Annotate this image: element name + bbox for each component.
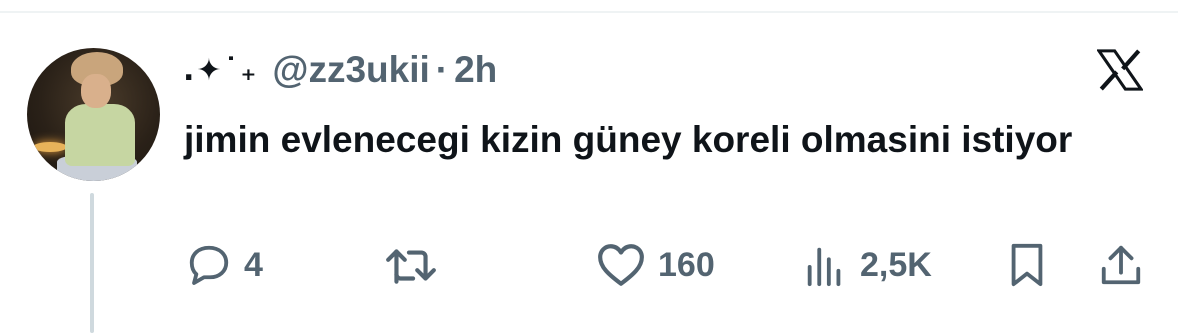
- separator-dot: ·: [435, 49, 449, 90]
- reply-icon: [186, 242, 232, 288]
- tweet-header: .✦˙₊ @zz3ukii · 2h: [183, 48, 497, 92]
- views-button[interactable]: 2,5K: [802, 238, 932, 292]
- tweet-text: jimin evlenecegi kizin güney koreli olma…: [184, 119, 1073, 160]
- user-handle[interactable]: @zz3ukii: [272, 49, 429, 91]
- views-icon: [802, 242, 848, 288]
- bookmark-button[interactable]: [1005, 238, 1049, 292]
- avatar[interactable]: [27, 48, 160, 181]
- like-icon: [596, 242, 646, 288]
- like-button[interactable]: 160: [596, 238, 715, 292]
- timestamp[interactable]: 2h: [454, 49, 497, 91]
- retweet-icon: [384, 242, 438, 288]
- views-count: 2,5K: [860, 245, 932, 284]
- reply-count: 4: [244, 245, 263, 284]
- reply-button[interactable]: 4: [186, 238, 263, 292]
- retweet-button[interactable]: [384, 238, 450, 292]
- action-bar: 4 160 2,5K: [0, 238, 1178, 292]
- x-logo-icon[interactable]: [1095, 46, 1145, 94]
- share-icon: [1098, 242, 1144, 288]
- display-name[interactable]: .✦˙₊: [183, 53, 258, 88]
- top-divider: [0, 11, 1178, 13]
- bookmark-icon: [1005, 242, 1049, 288]
- share-button[interactable]: [1098, 238, 1144, 292]
- like-count: 160: [658, 245, 715, 284]
